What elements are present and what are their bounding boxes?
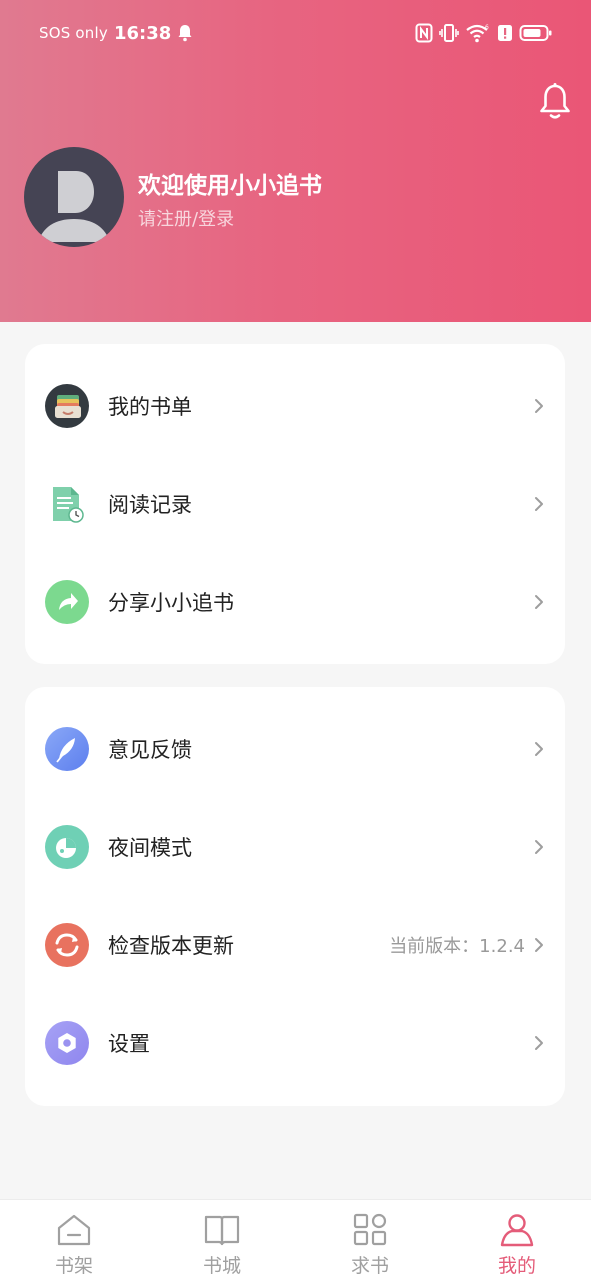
menu-card-secondary: 意见反馈 夜间模式 检查版本更新 当前版本：1.2.4 设置 (25, 687, 565, 1106)
menu-item-label: 分享小小追书 (108, 591, 234, 615)
chevron-right-icon (535, 938, 543, 952)
menu-item-label: 设置 (108, 1032, 150, 1056)
menu-item-reading-history[interactable]: 阅读记录 (25, 456, 565, 552)
bookstore-icon (204, 1215, 240, 1246)
night-mode-icon (45, 825, 89, 869)
status-bar: SOS only 16:38 6 (0, 0, 591, 66)
tab-profile[interactable]: 我的 (443, 1200, 591, 1281)
chevron-right-icon (535, 399, 543, 413)
avatar[interactable] (24, 147, 124, 247)
tab-label: 书城 (202, 1255, 241, 1277)
carrier-text: SOS only (39, 24, 108, 42)
battery-icon (519, 25, 552, 41)
clock: 16:38 (113, 22, 172, 44)
vibrate-icon (439, 24, 459, 42)
profile-header: SOS only 16:38 6 欢迎使用小小追书 请注册/登录 (0, 0, 591, 322)
reading-history-icon (45, 482, 89, 526)
login-link[interactable]: 请注册/登录 (138, 205, 234, 231)
request-book-icon (353, 1213, 387, 1246)
menu-card-primary: 我的书单 阅读记录 分享小小追书 (25, 344, 565, 664)
tab-request-book[interactable]: 求书 (296, 1200, 444, 1281)
chevron-right-icon (535, 840, 543, 854)
tab-bookshelf[interactable]: 书架 (0, 1200, 148, 1281)
tab-bookstore[interactable]: 书城 (148, 1200, 296, 1281)
tab-label: 我的 (497, 1255, 536, 1277)
menu-item-settings[interactable]: 设置 (25, 995, 565, 1091)
menu-item-check-update[interactable]: 检查版本更新 当前版本：1.2.4 (25, 897, 565, 993)
svg-text:6: 6 (485, 24, 489, 31)
menu-item-label: 我的书单 (108, 395, 192, 419)
notification-bell-small-icon (178, 25, 192, 42)
alert-icon (498, 25, 512, 41)
bottom-tab-bar: 书架 书城 求书 我的 (0, 1199, 591, 1281)
tab-label: 求书 (350, 1255, 389, 1277)
nfc-icon (415, 23, 433, 43)
default-avatar-icon (38, 171, 110, 242)
tab-label: 书架 (54, 1255, 93, 1277)
feedback-feather-icon (45, 727, 89, 771)
settings-icon (45, 1021, 89, 1065)
status-right: 6 (415, 21, 553, 45)
booklist-wallet-icon (45, 384, 89, 428)
notification-bell-icon[interactable] (536, 82, 574, 122)
menu-item-label: 意见反馈 (108, 738, 192, 762)
menu-item-feedback[interactable]: 意见反馈 (25, 701, 565, 797)
menu-item-label: 夜间模式 (108, 836, 192, 860)
update-icon (45, 923, 89, 967)
chevron-right-icon (535, 497, 543, 511)
chevron-right-icon (535, 595, 543, 609)
menu-item-share[interactable]: 分享小小追书 (25, 554, 565, 650)
menu-item-label: 检查版本更新 (108, 934, 234, 958)
menu-item-night-mode[interactable]: 夜间模式 (25, 799, 565, 895)
chevron-right-icon (535, 1036, 543, 1050)
chevron-right-icon (535, 742, 543, 756)
status-left: SOS only 16:38 (39, 21, 193, 45)
current-version-text: 当前版本：1.2.4 (389, 936, 525, 957)
menu-item-booklist[interactable]: 我的书单 (25, 358, 565, 454)
profile-icon (500, 1214, 534, 1247)
bookshelf-icon (57, 1214, 91, 1246)
menu-item-label: 阅读记录 (108, 493, 192, 517)
wifi-icon: 6 (466, 24, 489, 43)
welcome-title: 欢迎使用小小追书 (138, 173, 322, 199)
share-icon (45, 580, 89, 624)
